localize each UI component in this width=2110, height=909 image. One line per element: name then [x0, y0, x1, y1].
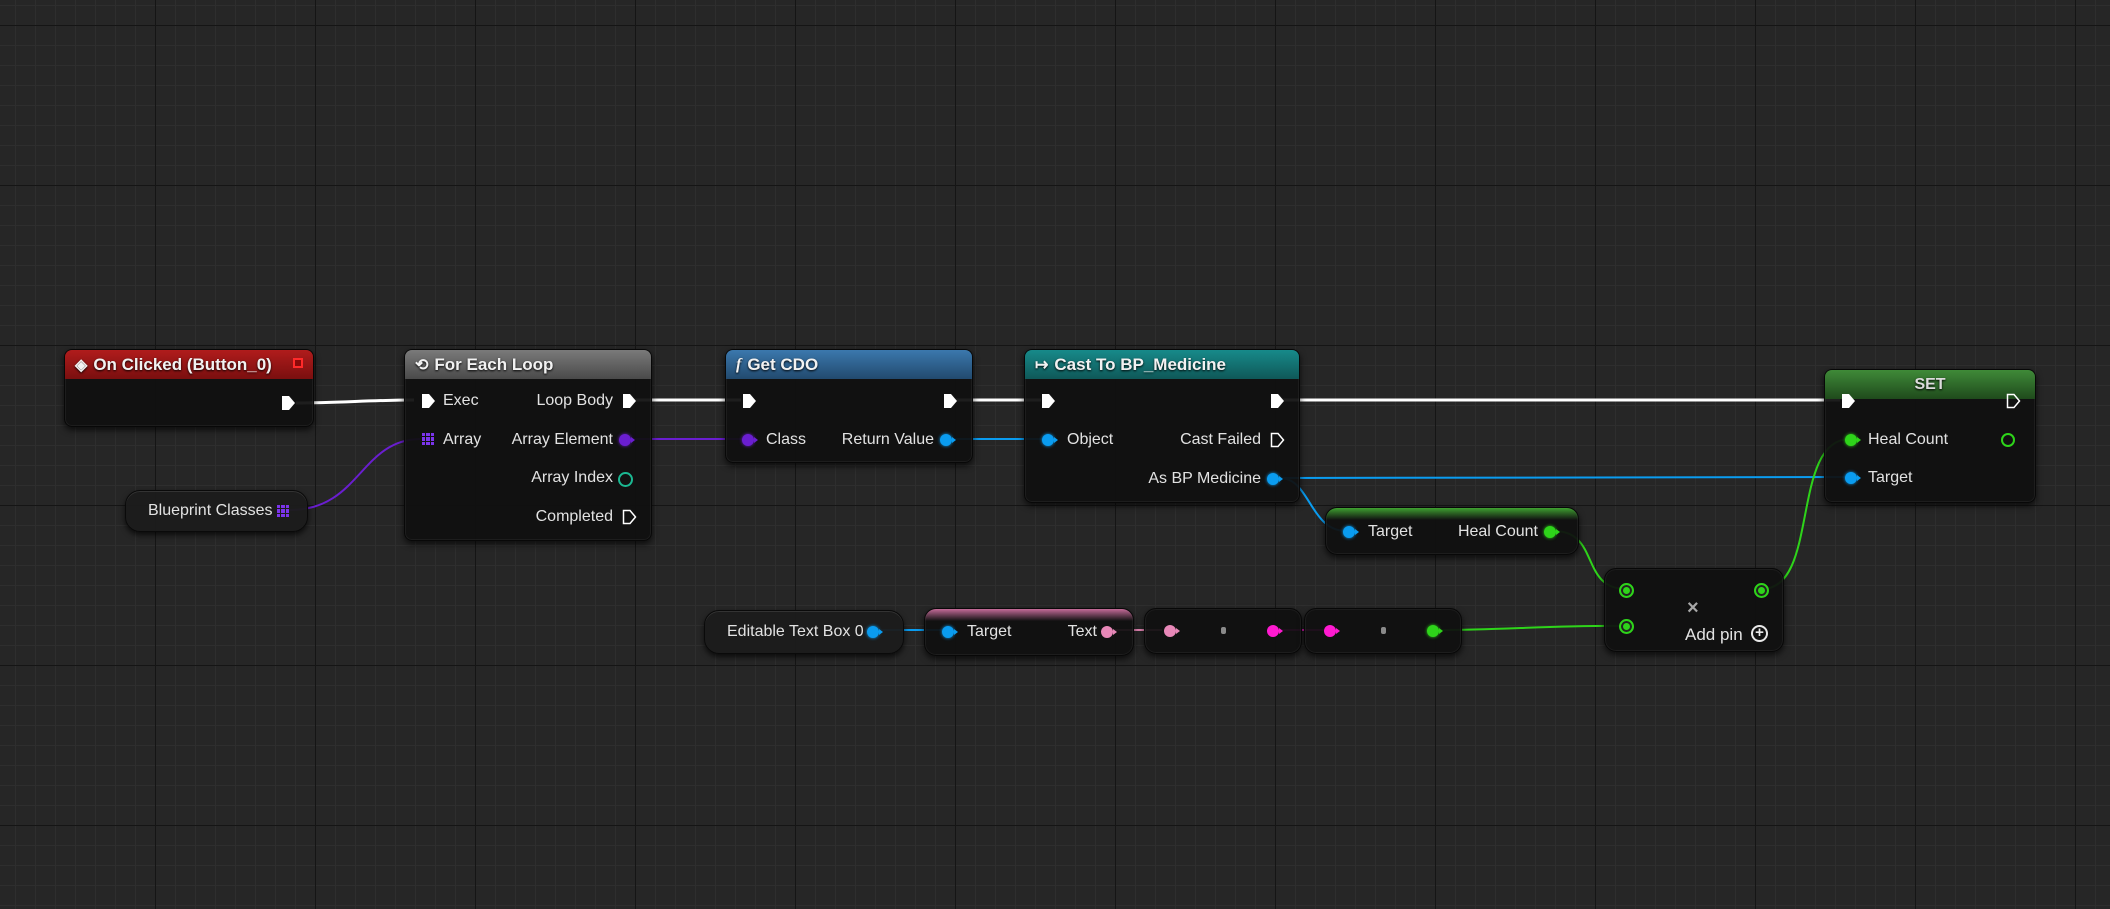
- cast-exec-out-pin[interactable]: [1270, 393, 1285, 409]
- conv-string-in-pin[interactable]: [1324, 625, 1340, 637]
- conv-int-out-pin[interactable]: [1427, 625, 1443, 637]
- get-heal-target-in-pin[interactable]: [1343, 526, 1359, 538]
- as-bp-medicine-label: As BP Medicine: [1148, 470, 1261, 487]
- event-exec-out-pin[interactable]: [281, 395, 296, 411]
- add-pin-label[interactable]: Add pin: [1685, 625, 1743, 645]
- on-clicked-event-node[interactable]: ◈ On Clicked (Button_0): [64, 349, 314, 427]
- get-heal-target-label: Target: [1368, 523, 1413, 540]
- delegate-pin-icon[interactable]: [293, 358, 303, 368]
- cast-to-bp-medicine-node[interactable]: ↦ Cast To BP_Medicine Object Cast Failed…: [1024, 349, 1300, 503]
- cast-icon: ↦: [1035, 356, 1049, 374]
- cast-node-header: ↦ Cast To BP_Medicine: [1025, 350, 1299, 379]
- set-exec-in-pin[interactable]: [1841, 393, 1856, 409]
- set-target-in-pin[interactable]: [1845, 472, 1861, 484]
- function-icon: f: [736, 355, 742, 373]
- set-exec-out-pin[interactable]: [2006, 393, 2021, 409]
- class-label: Class: [766, 431, 807, 448]
- foreach-exec-in-pin[interactable]: [421, 393, 436, 409]
- completed-label: Completed: [535, 508, 613, 525]
- for-each-loop-node[interactable]: ⟲ For Each Loop Exec Loop Body Array Arr…: [404, 349, 652, 541]
- event-icon: ◈: [75, 356, 88, 374]
- array-label: Array: [443, 431, 482, 448]
- cast-exec-in-pin[interactable]: [1041, 393, 1056, 409]
- foreach-node-title: For Each Loop: [434, 354, 554, 374]
- cast-failed-exec-out-pin[interactable]: [1270, 432, 1285, 448]
- object-label: Object: [1067, 431, 1114, 448]
- getcdo-exec-out-pin[interactable]: [943, 393, 958, 409]
- get-text-node[interactable]: Target Text: [924, 608, 1134, 656]
- get-heal-count-header-strip: [1326, 508, 1578, 520]
- object-in-pin[interactable]: [1042, 434, 1058, 446]
- as-bp-medicine-out-pin[interactable]: [1267, 473, 1283, 485]
- variable-label: Blueprint Classes: [148, 502, 273, 519]
- array-element-label: Array Element: [511, 431, 613, 448]
- set-heal-count-in-pin[interactable]: [1845, 434, 1861, 446]
- return-value-out-pin[interactable]: [940, 434, 956, 446]
- blueprint-classes-variable-node[interactable]: Blueprint Classes: [125, 490, 308, 532]
- completed-exec-out-pin[interactable]: [622, 509, 637, 525]
- text-to-string-conversion-node[interactable]: [1144, 608, 1302, 654]
- array-element-out-pin[interactable]: [619, 434, 635, 446]
- add-pin-plus-icon[interactable]: +: [1751, 625, 1768, 642]
- getcdo-exec-in-pin[interactable]: [742, 393, 757, 409]
- textbox-label: Editable Text Box 0: [727, 623, 864, 640]
- class-wire-var-to-array: [289, 438, 421, 511]
- add-operator-icon: ×: [1687, 597, 1699, 619]
- textbox-out-pin[interactable]: [867, 626, 883, 638]
- int-wire-conv-to-add: [1439, 624, 1627, 631]
- get-heal-count-node[interactable]: Target Heal Count: [1325, 507, 1579, 555]
- set-node-header: SET: [1825, 370, 2035, 399]
- get-heal-count-out-pin[interactable]: [1544, 526, 1560, 538]
- get-heal-count-label: Heal Count: [1457, 523, 1538, 540]
- set-target-label: Target: [1868, 469, 1913, 486]
- get-text-target-in-pin[interactable]: [942, 626, 958, 638]
- event-node-title: On Clicked (Button_0): [93, 354, 272, 374]
- get-cdo-node[interactable]: f Get CDO Class Return Value: [725, 349, 973, 463]
- get-text-target-label: Target: [967, 623, 1012, 640]
- conv-string-out-pin[interactable]: [1267, 625, 1283, 637]
- event-node-header: ◈ On Clicked (Button_0): [65, 350, 313, 379]
- exec-label: Exec: [443, 392, 479, 409]
- get-text-out-pin[interactable]: [1101, 626, 1117, 638]
- array-index-label: Array Index: [531, 469, 613, 486]
- set-heal-count-label: Heal Count: [1868, 431, 1949, 448]
- loop-icon: ⟲: [415, 356, 429, 374]
- conversion-dot-icon: [1221, 627, 1226, 634]
- object-wire-cast-to-set-target: [1279, 476, 1849, 479]
- foreach-node-header: ⟲ For Each Loop: [405, 350, 651, 379]
- get-text-text-label: Text: [1067, 623, 1097, 640]
- getcdo-node-title: Get CDO: [747, 354, 819, 374]
- cast-failed-label: Cast Failed: [1180, 431, 1261, 448]
- editable-text-box-variable-node[interactable]: Editable Text Box 0: [704, 610, 904, 654]
- conversion-dot-icon: [1381, 627, 1386, 634]
- string-to-int-conversion-node[interactable]: [1304, 608, 1462, 654]
- cast-node-title: Cast To BP_Medicine: [1054, 354, 1227, 374]
- set-node-title: SET: [1914, 375, 1946, 393]
- array-pin-icon[interactable]: [277, 505, 289, 517]
- get-text-header-strip: [925, 609, 1133, 621]
- add-a-in-pin[interactable]: [1619, 583, 1634, 598]
- loop-body-label: Loop Body: [536, 392, 613, 409]
- add-int-node[interactable]: × Add pin +: [1604, 568, 1784, 652]
- getcdo-node-header: f Get CDO: [726, 350, 972, 379]
- loop-body-exec-out-pin[interactable]: [622, 393, 637, 409]
- set-heal-count-node[interactable]: SET Heal Count Target: [1824, 369, 2036, 503]
- set-heal-count-out-pin[interactable]: [2001, 433, 2015, 447]
- array-in-pin[interactable]: [422, 433, 434, 445]
- array-index-out-pin[interactable]: [618, 472, 633, 487]
- add-b-in-pin[interactable]: [1619, 619, 1634, 634]
- add-result-out-pin[interactable]: [1754, 583, 1769, 598]
- class-in-pin[interactable]: [742, 434, 758, 446]
- return-value-label: Return Value: [841, 431, 934, 448]
- conv-text-in-pin[interactable]: [1164, 625, 1180, 637]
